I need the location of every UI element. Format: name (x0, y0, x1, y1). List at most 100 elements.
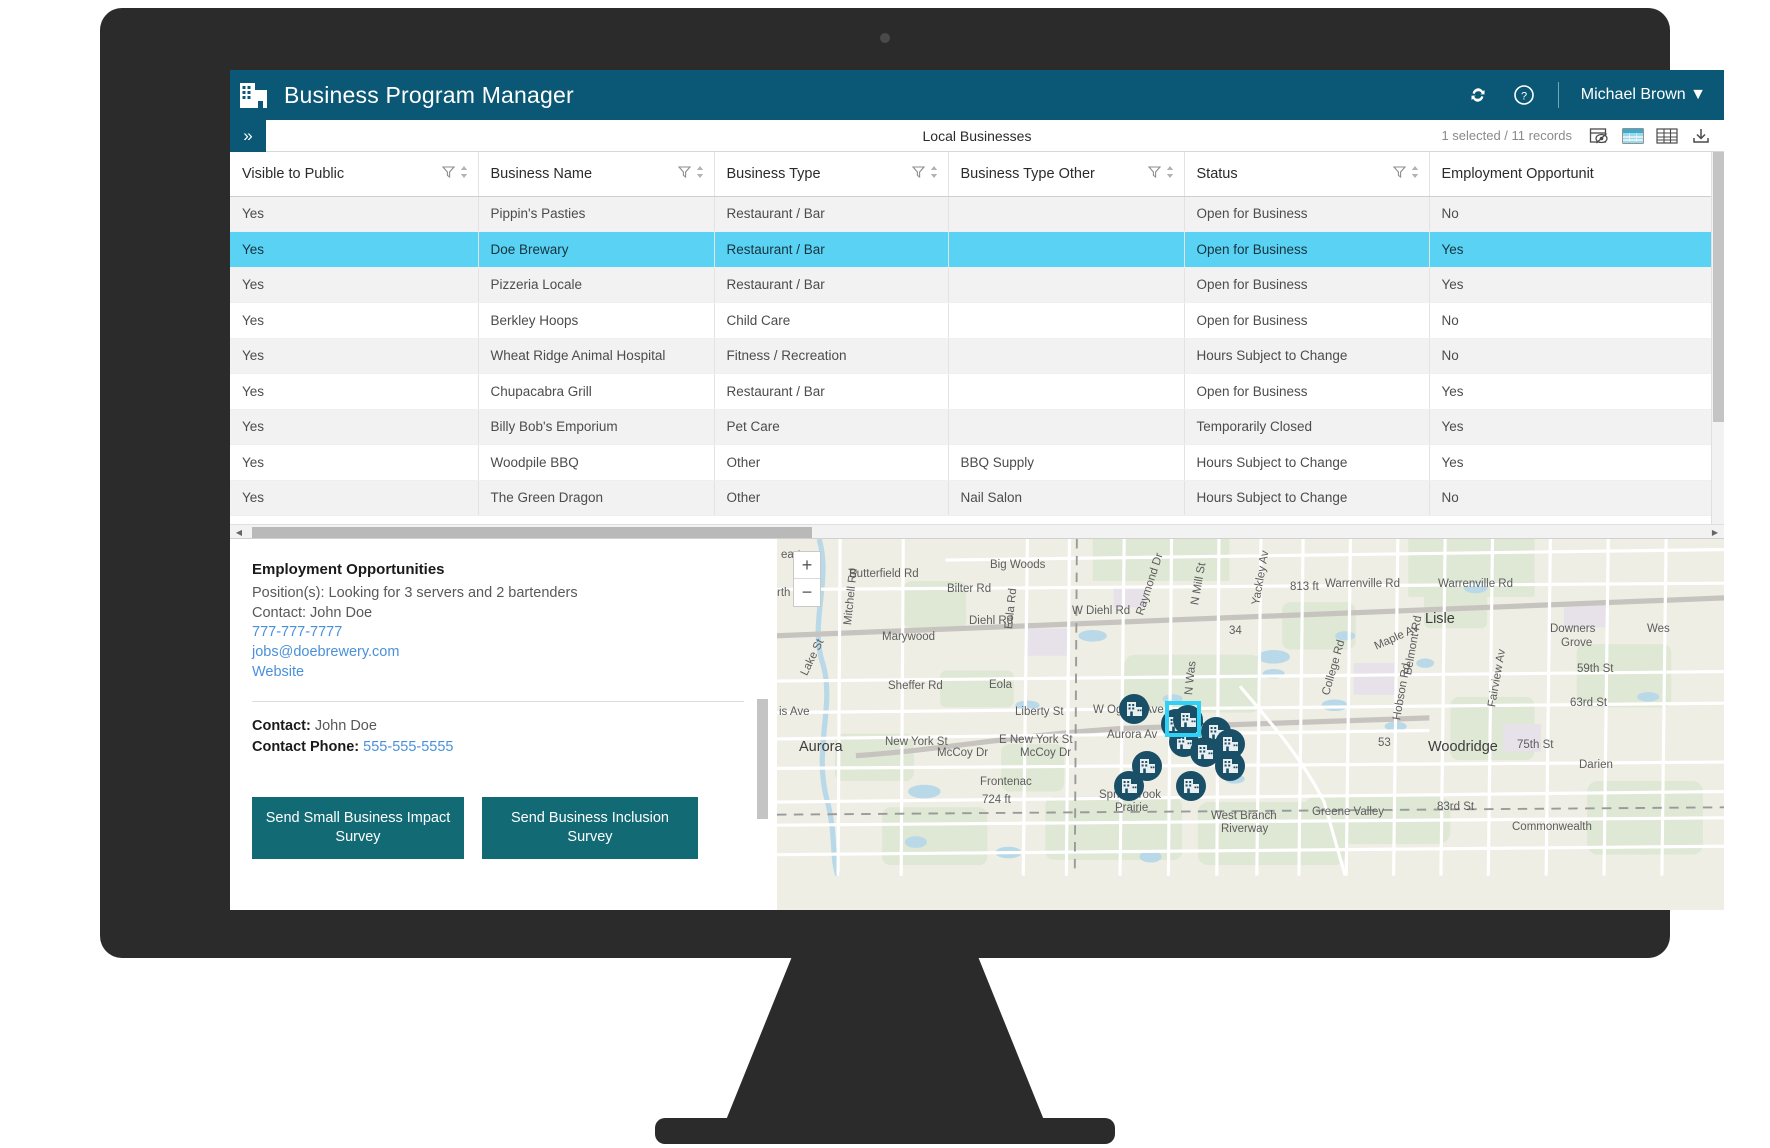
table-cell-type_other (948, 303, 1184, 339)
scroll-left-arrow[interactable]: ◀ (232, 526, 246, 539)
table-row[interactable]: YesPippin's PastiesRestaurant / BarOpen … (230, 196, 1724, 232)
detail-contact: Contact: John Doe (252, 604, 744, 624)
column-header-business-name[interactable]: Business Name (478, 152, 714, 196)
map-business-marker[interactable] (1176, 771, 1206, 801)
table-cell-employment: Yes (1429, 232, 1724, 268)
bottom-area: Employment Opportunities Position(s): Lo… (230, 539, 1724, 910)
scrollbar-thumb[interactable] (1713, 152, 1724, 422)
table-cell-type: Restaurant / Bar (714, 374, 948, 410)
table-cell-employment: No (1429, 303, 1724, 339)
table-cell-status: Open for Business (1184, 196, 1429, 232)
show-table-icon[interactable] (1656, 126, 1678, 146)
table-cell-name: Pizzeria Locale (478, 267, 714, 303)
contact-phone-value[interactable]: 555-555-5555 (363, 739, 453, 755)
table-row[interactable]: YesDoe BrewaryRestaurant / BarOpen for B… (230, 232, 1724, 268)
map-zoom-controls[interactable]: + − (793, 551, 821, 607)
svg-text:?: ? (1521, 91, 1527, 103)
download-icon[interactable] (1690, 126, 1712, 146)
map-business-marker[interactable] (1114, 771, 1144, 801)
table-cell-type_other: Nail Salon (948, 480, 1184, 516)
business-table[interactable]: Visible to Public (230, 152, 1724, 524)
table-vertical-scrollbar[interactable] (1711, 152, 1724, 524)
map-business-marker[interactable] (1215, 751, 1245, 781)
detail-website-link[interactable]: Website (252, 663, 744, 683)
filter-table-icon[interactable] (1622, 126, 1644, 146)
filter-icon[interactable] (678, 165, 691, 182)
column-label: Business Name (491, 166, 593, 182)
monitor-frame: Business Program Manager ? Michae (100, 8, 1670, 958)
contact-phone-row: Contact Phone: 555-555-5555 (252, 737, 744, 759)
table-header-row: Visible to Public (230, 152, 1724, 196)
send-small-business-impact-survey-button[interactable]: Send Small Business Impact Survey (252, 797, 464, 859)
map-business-marker[interactable] (1119, 694, 1149, 724)
table-body: YesPippin's PastiesRestaurant / BarOpen … (230, 196, 1724, 516)
table-cell-type: Child Care (714, 303, 948, 339)
table-cell-visible: Yes (230, 196, 478, 232)
sort-icon[interactable] (930, 165, 938, 183)
contact-row: Contact: John Doe (252, 716, 744, 738)
map-zoom-out-button[interactable]: − (794, 579, 820, 606)
column-header-employment-opportunities[interactable]: Employment Opportunit (1429, 152, 1724, 196)
table-row[interactable]: YesPizzeria LocaleRestaurant / BarOpen f… (230, 267, 1724, 303)
detail-email-link[interactable]: jobs@doebrewery.com (252, 643, 744, 663)
sort-icon[interactable] (1411, 165, 1419, 183)
table-cell-type_other (948, 267, 1184, 303)
filter-icon[interactable] (1148, 165, 1161, 182)
column-header-visible-to-public[interactable]: Visible to Public (230, 152, 478, 196)
table-horizontal-scrollbar[interactable]: ◀ ▶ (230, 524, 1724, 539)
table-cell-visible: Yes (230, 409, 478, 445)
table-cell-visible: Yes (230, 232, 478, 268)
column-header-business-type-other[interactable]: Business Type Other (948, 152, 1184, 196)
application-screen: Business Program Manager ? Michae (230, 70, 1724, 910)
table-row[interactable]: YesWoodpile BBQOtherBBQ SupplyHours Subj… (230, 445, 1724, 481)
column-label: Business Type (727, 166, 821, 182)
help-circle-icon[interactable]: ? (1512, 83, 1536, 107)
filter-icon[interactable] (912, 165, 925, 182)
scroll-right-arrow[interactable]: ▶ (1708, 526, 1722, 539)
column-header-business-type[interactable]: Business Type (714, 152, 948, 196)
map-zoom-in-button[interactable]: + (794, 552, 820, 579)
table-cell-type_other: BBQ Supply (948, 445, 1184, 481)
table-cell-name: Woodpile BBQ (478, 445, 714, 481)
table-cell-name: Pippin's Pasties (478, 196, 714, 232)
table-cell-type_other (948, 374, 1184, 410)
panel-toggle-button[interactable]: » (230, 120, 266, 152)
table-cell-name: Wheat Ridge Animal Hospital (478, 338, 714, 374)
table-cell-visible: Yes (230, 267, 478, 303)
table-cell-status: Open for Business (1184, 232, 1429, 268)
hide-selected-icon[interactable] (1588, 126, 1610, 146)
table-row[interactable]: YesChupacabra GrillRestaurant / BarOpen … (230, 374, 1724, 410)
scrollbar-thumb[interactable] (252, 527, 812, 538)
contact-phone-label: Contact Phone: (252, 739, 359, 755)
table-row[interactable]: YesBerkley HoopsChild CareOpen for Busin… (230, 303, 1724, 339)
sort-icon[interactable] (1166, 165, 1174, 183)
survey-buttons: Send Small Business Impact Survey Send B… (252, 797, 744, 859)
filter-icon[interactable] (442, 165, 455, 182)
table-cell-visible: Yes (230, 303, 478, 339)
table-row[interactable]: YesBilly Bob's EmporiumPet CareTemporari… (230, 409, 1724, 445)
chevron-down-icon: ▼ (1690, 86, 1706, 103)
user-menu[interactable]: Michael Brown ▼ (1581, 86, 1710, 104)
table-cell-type_other (948, 232, 1184, 268)
page-title: Business Program Manager (284, 82, 574, 109)
header-actions: ? Michael Brown ▼ (1466, 70, 1710, 120)
table-row[interactable]: YesThe Green DragonOtherNail SalonHours … (230, 480, 1724, 516)
table-cell-type: Pet Care (714, 409, 948, 445)
detail-divider (252, 701, 744, 702)
detail-phone-link[interactable]: 777-777-7777 (252, 623, 744, 643)
send-business-inclusion-survey-button[interactable]: Send Business Inclusion Survey (482, 797, 698, 859)
detail-scrollbar-thumb[interactable] (757, 699, 768, 819)
detail-positions: Position(s): Looking for 3 servers and 2… (252, 584, 744, 604)
column-header-status[interactable]: Status (1184, 152, 1429, 196)
table-row[interactable]: YesWheat Ridge Animal HospitalFitness / … (230, 338, 1724, 374)
table-cell-name: Billy Bob's Emporium (478, 409, 714, 445)
table-cell-employment: Yes (1429, 445, 1724, 481)
toolbar-right-actions: 1 selected / 11 records (1441, 126, 1724, 146)
sort-icon[interactable] (460, 165, 468, 183)
map-business-marker[interactable] (1173, 705, 1203, 735)
map-panel[interactable]: + − eartrth A…aButterfield RdBig WoodsBi… (774, 539, 1724, 910)
sort-icon[interactable] (696, 165, 704, 183)
filter-icon[interactable] (1393, 165, 1406, 182)
table-cell-status: Hours Subject to Change (1184, 445, 1429, 481)
refresh-icon[interactable] (1466, 83, 1490, 107)
